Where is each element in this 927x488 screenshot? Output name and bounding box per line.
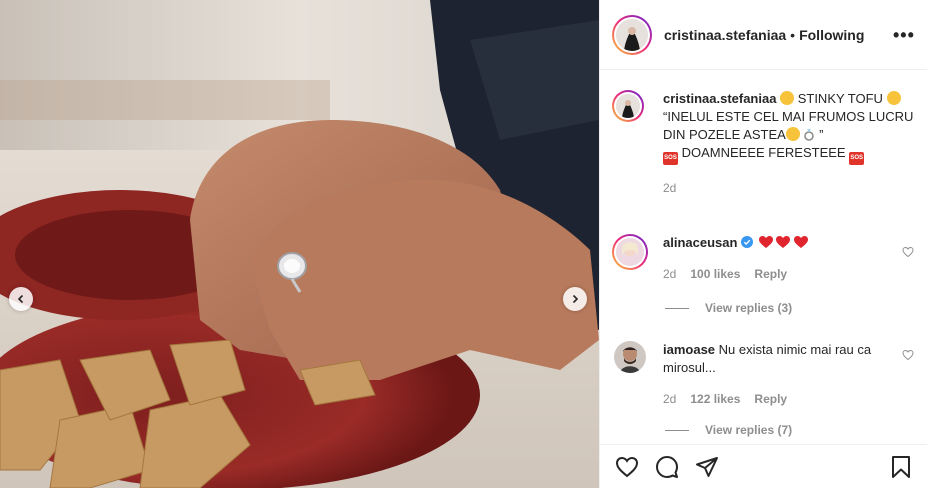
caption-username[interactable]: cristinaa.stefaniaa (663, 91, 776, 106)
post-header: cristinaa.stefaniaa • Following ••• (600, 0, 927, 70)
caption-row: cristinaa.stefaniaa STINKY TOFU “INELUL … (612, 90, 914, 197)
comment-username[interactable]: iamoase (663, 342, 715, 357)
comment-body: alinaceusan 2d 100 likes Reply (663, 234, 914, 283)
comment-timestamp[interactable]: 2d (663, 265, 676, 283)
heart-emoji-glyph (793, 236, 808, 248)
heart-emoji-icon (776, 236, 791, 249)
comment-username[interactable]: alinaceusan (663, 235, 737, 250)
instagram-post-modal: cristinaa.stefaniaa • Following ••• cris… (0, 0, 927, 488)
view-replies-label: View replies (7) (705, 423, 793, 437)
caption-timestamp[interactable]: 2d (663, 179, 676, 197)
post-sidebar: cristinaa.stefaniaa • Following ••• cris… (599, 0, 927, 488)
heart-outline-icon (902, 246, 914, 258)
chevron-left-icon (17, 294, 24, 304)
avatar[interactable] (612, 14, 652, 55)
carousel-next-button[interactable] (563, 287, 587, 311)
comment-avatar[interactable] (614, 341, 646, 373)
ring-emoji-icon (803, 127, 815, 141)
following-button[interactable]: Following (799, 27, 864, 43)
comment-meta: 2d 100 likes Reply (663, 265, 914, 283)
caption-line2-end: ” (819, 127, 824, 142)
verified-badge-icon (741, 235, 754, 248)
comment-text: alinaceusan (663, 234, 914, 252)
caption-line1: STINKY TOFU (797, 91, 883, 106)
comments-list: cristinaa.stefaniaa STINKY TOFU “INELUL … (600, 70, 927, 444)
post-photo (0, 0, 599, 488)
caption-avatar-image (616, 94, 640, 118)
view-replies-label: View replies (3) (705, 301, 793, 315)
caption-avatar[interactable] (612, 90, 644, 122)
reply-button[interactable]: Reply (754, 265, 787, 283)
like-comment-button[interactable] (902, 246, 914, 258)
comment-meta: 2d 122 likes Reply (663, 390, 914, 408)
like-comment-button[interactable] (902, 349, 914, 361)
sos-emoji-icon: SOS (663, 152, 678, 165)
view-replies-line (665, 429, 689, 431)
sos-emoji-icon: SOS (849, 152, 865, 165)
view-replies-button[interactable]: View replies (3) (665, 301, 792, 315)
chevron-right-icon (572, 294, 579, 304)
scream-emoji-icon (886, 91, 901, 105)
scream-emoji-icon (780, 91, 795, 105)
carousel-prev-button[interactable] (9, 287, 33, 311)
like-button[interactable] (614, 454, 640, 480)
reply-button[interactable]: Reply (754, 390, 787, 408)
heart-icon (615, 456, 639, 477)
save-button[interactable] (888, 454, 914, 480)
comment-likes[interactable]: 122 likes (690, 390, 740, 408)
post-author-username[interactable]: cristinaa.stefaniaa (664, 27, 786, 43)
avatar-portrait (616, 18, 648, 51)
comment-likes[interactable]: 100 likes (690, 265, 740, 283)
comment-avatar-portrait (616, 238, 644, 266)
comment-row: iamoase Nu exista nimic mai rau ca miros… (612, 341, 914, 408)
caption-avatar-portrait (616, 94, 640, 118)
heart-emoji-glyph (776, 236, 791, 248)
laughing-emoji-icon (785, 127, 800, 141)
header-separator: • (790, 26, 796, 43)
heart-outline-icon (902, 349, 914, 361)
ring-emoji-glyph (804, 129, 815, 141)
header-names: cristinaa.stefaniaa • Following (664, 27, 893, 43)
avatar-image (616, 18, 648, 51)
view-replies-line (665, 307, 689, 309)
photo-scene (0, 0, 599, 488)
comment-body: iamoase Nu exista nimic mai rau ca miros… (663, 341, 914, 408)
heart-emoji-glyph (758, 236, 773, 248)
verified-badge-glyph (741, 236, 754, 248)
share-icon (696, 456, 718, 477)
comment-avatar[interactable] (612, 234, 648, 270)
comment-icon (656, 455, 678, 478)
view-replies-button[interactable]: View replies (7) (665, 423, 792, 437)
caption-body: cristinaa.stefaniaa STINKY TOFU “INELUL … (663, 90, 914, 197)
caption-line3: DOAMNEEEE FERESTEEE (681, 145, 846, 160)
more-options-button[interactable]: ••• (893, 26, 914, 44)
share-button[interactable] (694, 454, 720, 480)
comment-avatar-image (616, 238, 644, 266)
heart-emoji-icon (793, 236, 808, 249)
comment-timestamp[interactable]: 2d (663, 390, 676, 408)
comment-button[interactable] (654, 454, 680, 480)
caption-meta: 2d (663, 179, 914, 197)
comment-avatar-portrait (614, 341, 646, 373)
caption-text: cristinaa.stefaniaa STINKY TOFU “INELUL … (663, 90, 914, 165)
bookmark-icon (892, 455, 910, 478)
comment-text: iamoase Nu exista nimic mai rau ca miros… (663, 341, 914, 377)
heart-emoji-icon (758, 236, 773, 249)
post-actions-bar (600, 444, 927, 488)
comment-row: alinaceusan 2d 100 likes Reply (612, 234, 914, 283)
